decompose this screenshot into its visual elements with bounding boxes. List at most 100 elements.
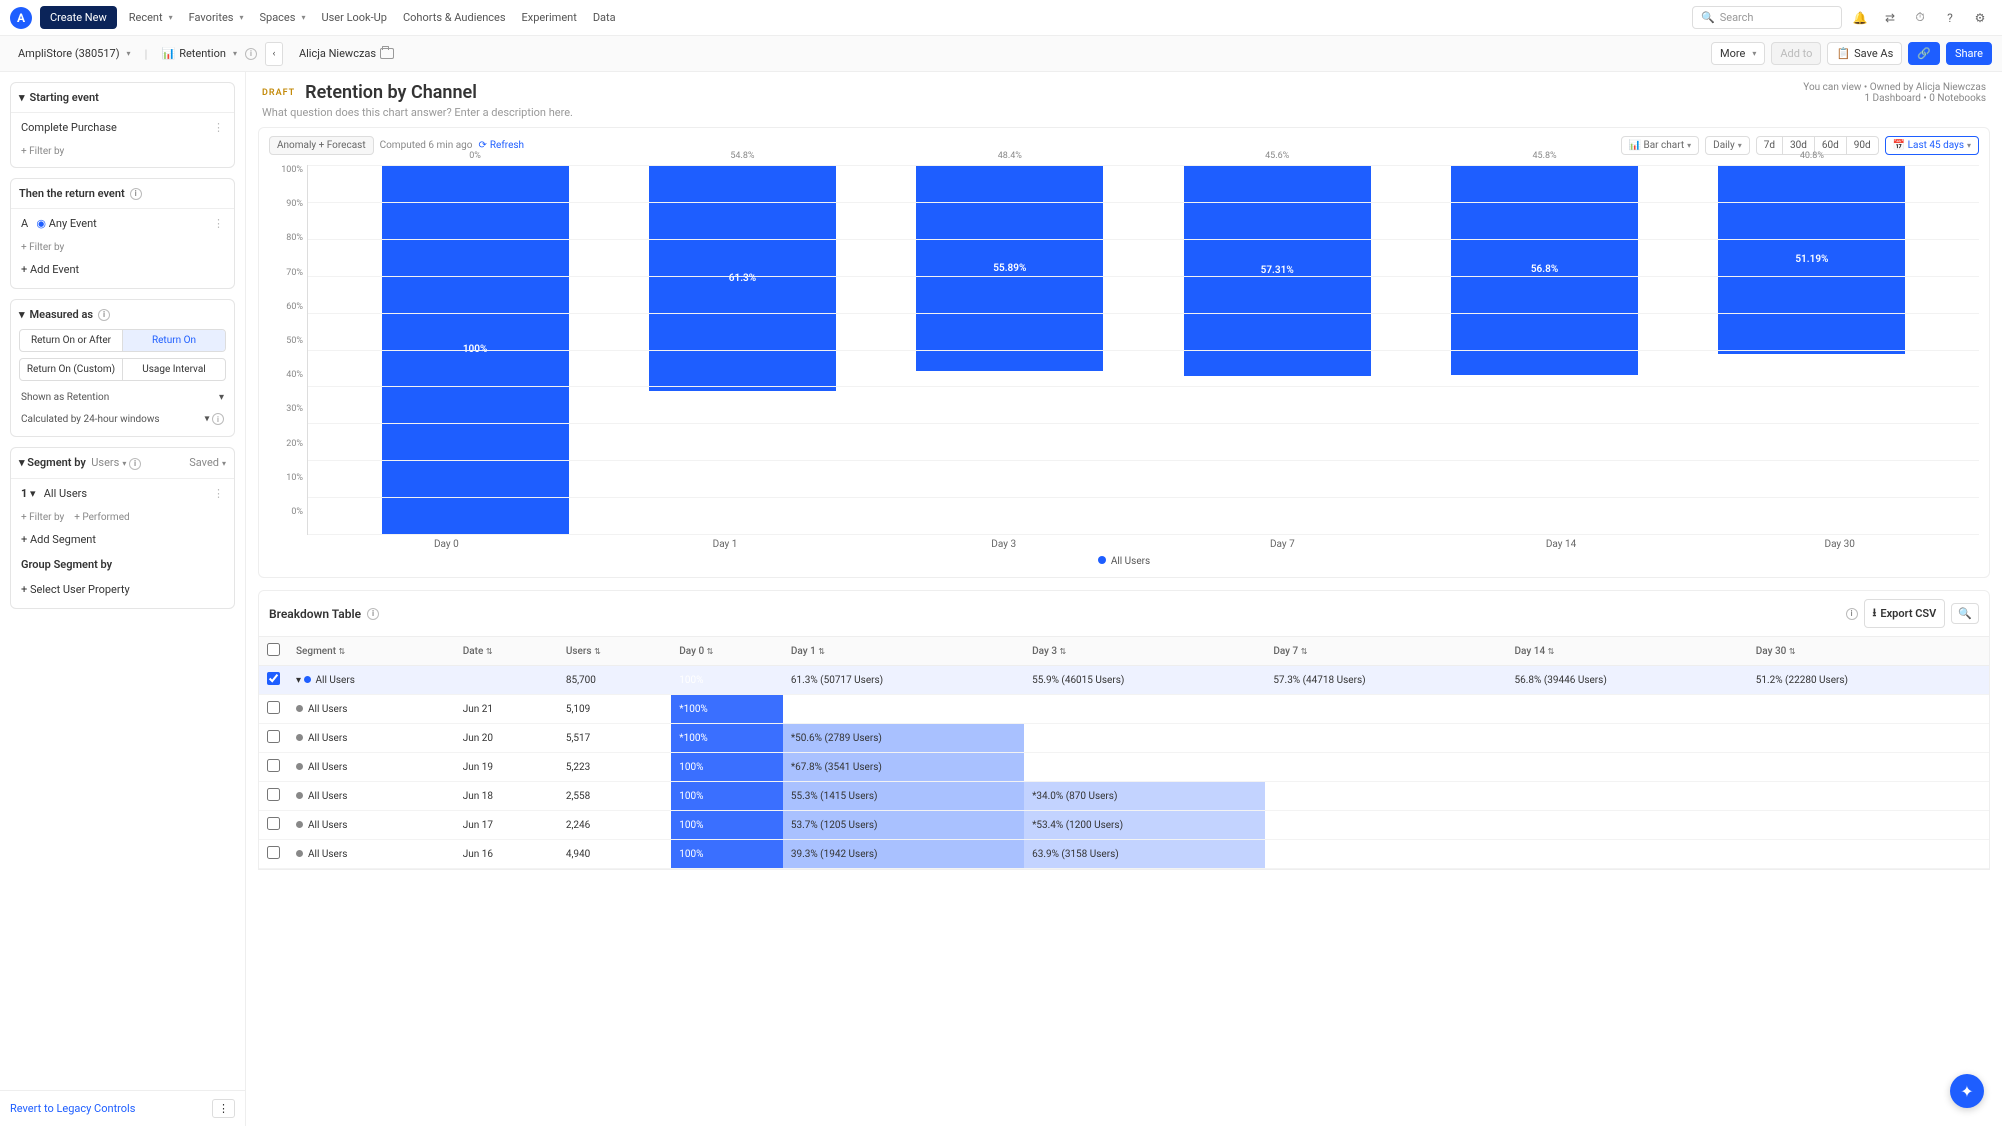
event-menu-icon[interactable]: ⋮ [213, 121, 224, 134]
collapse-sidebar-button[interactable]: ‹ [265, 42, 283, 66]
help-icon[interactable]: ? [1938, 6, 1962, 30]
revert-legacy-link[interactable]: Revert to Legacy Controls [10, 1102, 135, 1115]
bar-4[interactable]: 56.8% [1451, 165, 1638, 375]
return-event-select[interactable]: A ◉ Any Event ⋮ [11, 208, 234, 238]
measure-usage-interval[interactable]: Usage Interval [123, 359, 225, 380]
segment-by-panel: ▾ Segment by Users i Saved 1 ▾ All Users… [10, 447, 235, 609]
info-icon[interactable]: i [212, 413, 224, 425]
owner-label[interactable]: Alicja Niewczas [291, 44, 402, 63]
return-filter-by[interactable]: + Filter by [11, 238, 234, 257]
more-button[interactable]: More [1711, 42, 1765, 65]
row-checkbox[interactable] [267, 788, 280, 801]
nav-favorites[interactable]: Favorites [189, 11, 244, 24]
export-csv-button[interactable]: ⭳ Export CSV [1864, 599, 1946, 628]
table-row[interactable]: All UsersJun 215,109*100% [259, 695, 1989, 724]
row-checkbox[interactable] [267, 846, 280, 859]
chart-legend: All Users [269, 550, 1979, 569]
row-checkbox[interactable] [267, 701, 280, 714]
global-search[interactable]: 🔍 Search [1692, 6, 1842, 29]
analysis-type-dropdown[interactable]: 📊 Retention [153, 44, 244, 63]
add-segment-button[interactable]: + Add Segment [11, 527, 234, 552]
help-fab[interactable]: ✦ [1950, 1074, 1984, 1108]
nav-data[interactable]: Data [593, 11, 616, 24]
nav-spaces[interactable]: Spaces [259, 11, 305, 24]
table-row[interactable]: All UsersJun 164,940100%39.3% (1942 User… [259, 840, 1989, 869]
create-new-button[interactable]: Create New [40, 6, 117, 29]
bar-3[interactable]: 57.31% [1184, 165, 1371, 376]
save-as-button[interactable]: 📋 Save As [1827, 42, 1902, 65]
legend-dot-icon [1098, 556, 1106, 564]
segment-filter-by[interactable]: + Filter by + Performed [11, 508, 234, 527]
breakdown-table-panel: Breakdown Table i i ⭳ Export CSV 🔍 Segme… [258, 590, 1990, 870]
measure-return-on-after[interactable]: Return On or After [20, 330, 123, 351]
share-button[interactable]: Share [1946, 42, 1992, 65]
info-icon[interactable]: i [367, 608, 379, 620]
row-checkbox[interactable] [267, 672, 280, 685]
bar-chart: 100%90%80%70%60%50%40%30%20%10%0% 0%100%… [269, 165, 1979, 535]
segment-users-dropdown[interactable]: Users [91, 456, 126, 469]
breakdown-info-icon[interactable]: i [1846, 608, 1858, 620]
computed-label: Computed 6 min ago [380, 140, 473, 151]
project-dropdown[interactable]: AmpliStore (380517) [10, 44, 139, 63]
activity-icon[interactable]: ⇄ [1878, 6, 1902, 30]
starting-event-select[interactable]: Complete Purchase⋮ [11, 112, 234, 142]
notifications-icon[interactable]: 🔔 [1848, 6, 1872, 30]
row-checkbox[interactable] [267, 817, 280, 830]
bar-5[interactable]: 51.19% [1718, 165, 1905, 354]
controls-sidebar: ▾ Starting event Complete Purchase⋮ + Fi… [0, 72, 246, 1126]
chart-container: Anomaly + Forecast Computed 6 min ago ⟳ … [258, 127, 1990, 578]
nav-recent[interactable]: Recent [129, 11, 173, 24]
nav-cohorts[interactable]: Cohorts & Audiences [403, 11, 506, 24]
chart-description[interactable]: What question does this chart answer? En… [246, 106, 2002, 127]
chart-title[interactable]: Retention by Channel [305, 82, 477, 103]
segment-menu-icon[interactable]: ⋮ [213, 487, 224, 500]
table-search-button[interactable]: 🔍 [1951, 603, 1979, 624]
starting-filter-by[interactable]: + Filter by [11, 142, 234, 161]
table-row[interactable]: ▾ All Users85,700100%61.3% (50717 Users)… [259, 666, 1989, 695]
info-icon[interactable]: i [98, 309, 110, 321]
saved-segments-dropdown[interactable]: Saved [189, 456, 226, 469]
measure-return-on[interactable]: Return On [123, 330, 225, 351]
settings-icon[interactable]: ⚙ [1968, 6, 1992, 30]
return-event-panel: Then the return event i A ◉ Any Event ⋮ … [10, 178, 235, 289]
group-segment-by-label: Group Segment by [11, 552, 234, 577]
content-area: DRAFT Retention by Channel You can view … [246, 72, 2002, 1126]
segment-row[interactable]: 1 ▾ All Users ⋮ [11, 478, 234, 508]
add-event-button[interactable]: + Add Event [11, 257, 234, 282]
timer-icon[interactable]: ⏱ [1908, 6, 1932, 30]
measure-return-custom[interactable]: Return On (Custom) [20, 359, 123, 380]
row-checkbox[interactable] [267, 730, 280, 743]
info-icon[interactable]: i [245, 48, 257, 60]
measured-as-header[interactable]: ▾ Measured as i [11, 300, 234, 329]
folder-icon [380, 48, 394, 59]
segment-by-header[interactable]: ▾ Segment by Users i Saved [11, 448, 234, 478]
select-user-property[interactable]: + Select User Property [11, 577, 234, 602]
event-menu-icon[interactable]: ⋮ [213, 217, 224, 230]
refresh-button[interactable]: ⟳ Refresh [478, 140, 524, 151]
add-to-button: Add to [1771, 42, 1821, 65]
sidebar-more-icon[interactable]: ⋮ [212, 1099, 235, 1118]
nav-user-lookup[interactable]: User Look-Up [321, 11, 387, 24]
plot-area: 0%100%54.8%61.3%48.4%55.89%45.6%57.31%45… [307, 165, 1979, 535]
table-row[interactable]: All UsersJun 172,246100%53.7% (1205 User… [259, 811, 1989, 840]
bar-2[interactable]: 55.89% [916, 165, 1103, 371]
row-checkbox[interactable] [267, 759, 280, 772]
table-row[interactable]: All UsersJun 195,223100%*67.8% (3541 Use… [259, 753, 1989, 782]
return-event-header: Then the return event i [11, 179, 234, 208]
starting-event-header[interactable]: ▾ Starting event [11, 83, 234, 112]
nav-experiment[interactable]: Experiment [522, 11, 577, 24]
select-all-checkbox[interactable] [267, 643, 280, 656]
table-row[interactable]: All UsersJun 182,558100%55.3% (1415 User… [259, 782, 1989, 811]
bar-1[interactable]: 61.3% [649, 165, 836, 391]
measured-as-panel: ▾ Measured as i Return On or After Retur… [10, 299, 235, 437]
top-nav: A Create New Recent Favorites Spaces Use… [0, 0, 2002, 36]
usage-label: 1 Dashboard • 0 Notebooks [1803, 93, 1986, 104]
ownership-label: You can view • Owned by Alicja Niewczas [1803, 82, 1986, 93]
table-row[interactable]: All UsersJun 205,517*100%*50.6% (2789 Us… [259, 724, 1989, 753]
info-icon[interactable]: i [129, 458, 141, 470]
shown-as-select[interactable]: Shown as Retention▾ [11, 387, 234, 408]
info-icon[interactable]: i [130, 188, 142, 200]
app-logo[interactable]: A [10, 7, 32, 29]
calculated-by-select[interactable]: Calculated by 24-hour windows▾ i [11, 408, 234, 430]
link-button[interactable]: 🔗 [1908, 42, 1940, 65]
